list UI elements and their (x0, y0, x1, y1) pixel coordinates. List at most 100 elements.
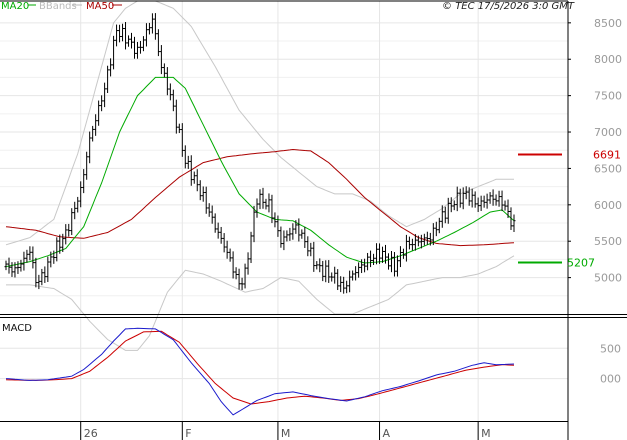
price-bar (100, 95, 104, 112)
price-bar (407, 236, 411, 250)
price-bar (494, 194, 498, 206)
price-bar (85, 151, 89, 180)
price-bar (288, 227, 292, 241)
x-tick-label: M (481, 427, 491, 440)
price-grid (0, 1, 568, 314)
price-bar (135, 41, 139, 59)
price-ytick-label: 7000 (594, 126, 622, 139)
price-bar (70, 208, 74, 236)
price-bar (443, 206, 447, 224)
price-bar (381, 246, 385, 263)
price-bar (147, 22, 151, 35)
price-bar (434, 221, 438, 237)
price-bar (330, 272, 334, 282)
price-bar (67, 223, 71, 237)
price-bar (150, 13, 154, 34)
x-axis: 26 F M A M (80, 421, 491, 440)
macd-y-axis: 000 500 (600, 342, 621, 385)
price-bar (249, 231, 253, 264)
price-bar (138, 40, 142, 54)
price-bar (333, 266, 337, 284)
price-bar (369, 250, 373, 268)
price-bar (210, 205, 214, 224)
price-bar (261, 187, 265, 209)
price-bar (162, 63, 166, 78)
price-bar (297, 218, 301, 242)
support-level-label: 5207 (567, 257, 595, 270)
price-bar (22, 251, 26, 271)
price-ytick-label: 5000 (594, 272, 622, 285)
price-bar (258, 189, 262, 210)
price-bar (94, 114, 98, 136)
price-bar (386, 253, 390, 270)
price-bar (437, 217, 441, 234)
macd-grid (0, 318, 568, 421)
price-bar (303, 226, 307, 248)
legend: MA20 BBands MA50 (1, 1, 122, 12)
price-bar (231, 251, 235, 279)
price-bar (503, 200, 507, 211)
price-bar (198, 180, 202, 201)
price-bar (336, 269, 340, 291)
price-bar (324, 260, 328, 283)
price-bar (192, 171, 196, 184)
price-bar (339, 276, 343, 293)
price-bar (201, 186, 205, 202)
price-bar (354, 266, 358, 281)
price-bar (464, 186, 468, 200)
price-bar (97, 100, 101, 126)
price-bar (141, 36, 145, 52)
price-bar (91, 125, 95, 142)
price-bar (171, 89, 175, 112)
price-bar (461, 187, 465, 210)
price-bar (389, 251, 393, 273)
price-bar (446, 197, 450, 224)
price-bar (282, 230, 286, 251)
legend-ma50: MA50 (86, 1, 114, 12)
price-bar (285, 230, 289, 242)
price-bar (357, 262, 361, 278)
price-bar (183, 145, 187, 169)
price-bar (252, 205, 256, 243)
price-bar (318, 258, 322, 273)
price-bar (419, 234, 423, 249)
x-tick-label: 26 (84, 427, 98, 440)
price-bar (363, 258, 367, 273)
price-bar (264, 198, 268, 210)
price-bar (222, 233, 226, 253)
price-bar (132, 36, 136, 59)
price-ytick-label: 8000 (594, 53, 622, 66)
price-bar (276, 215, 280, 237)
price-bar (291, 223, 295, 240)
price-bar (479, 195, 483, 211)
price-bar (109, 58, 113, 77)
price-bar (306, 236, 310, 257)
price-bar (19, 259, 23, 272)
price-bar (351, 270, 355, 281)
resistance-level-label: 6691 (593, 149, 621, 162)
price-bar (40, 268, 44, 286)
price-bar (168, 83, 172, 101)
price-bar (106, 65, 110, 94)
price-ytick-label: 8500 (594, 17, 622, 30)
price-bar (342, 276, 346, 294)
price-bar (153, 13, 157, 40)
price-bar (246, 252, 250, 275)
price-bar (488, 192, 492, 204)
price-bar (375, 243, 379, 265)
stock-chart: MA20 BBands MA50 © TEC 17/5/2026 3:0 GMT… (0, 0, 627, 440)
price-ytick-label: 6500 (594, 162, 622, 175)
legend-bbands: BBands (39, 1, 77, 12)
price-bar (118, 24, 122, 43)
price-ytick-label: 7500 (594, 90, 622, 103)
price-bar (31, 246, 35, 269)
price-bar (204, 186, 208, 214)
price-bar (124, 22, 128, 50)
price-bar (115, 24, 119, 47)
price-bar (345, 280, 349, 294)
price-bar (4, 260, 8, 271)
price-bar (174, 99, 178, 134)
bbands-lower-line (6, 255, 515, 351)
macd-line (5, 327, 515, 416)
timestamp: © TEC 17/5/2026 3:0 GMT (442, 1, 575, 12)
